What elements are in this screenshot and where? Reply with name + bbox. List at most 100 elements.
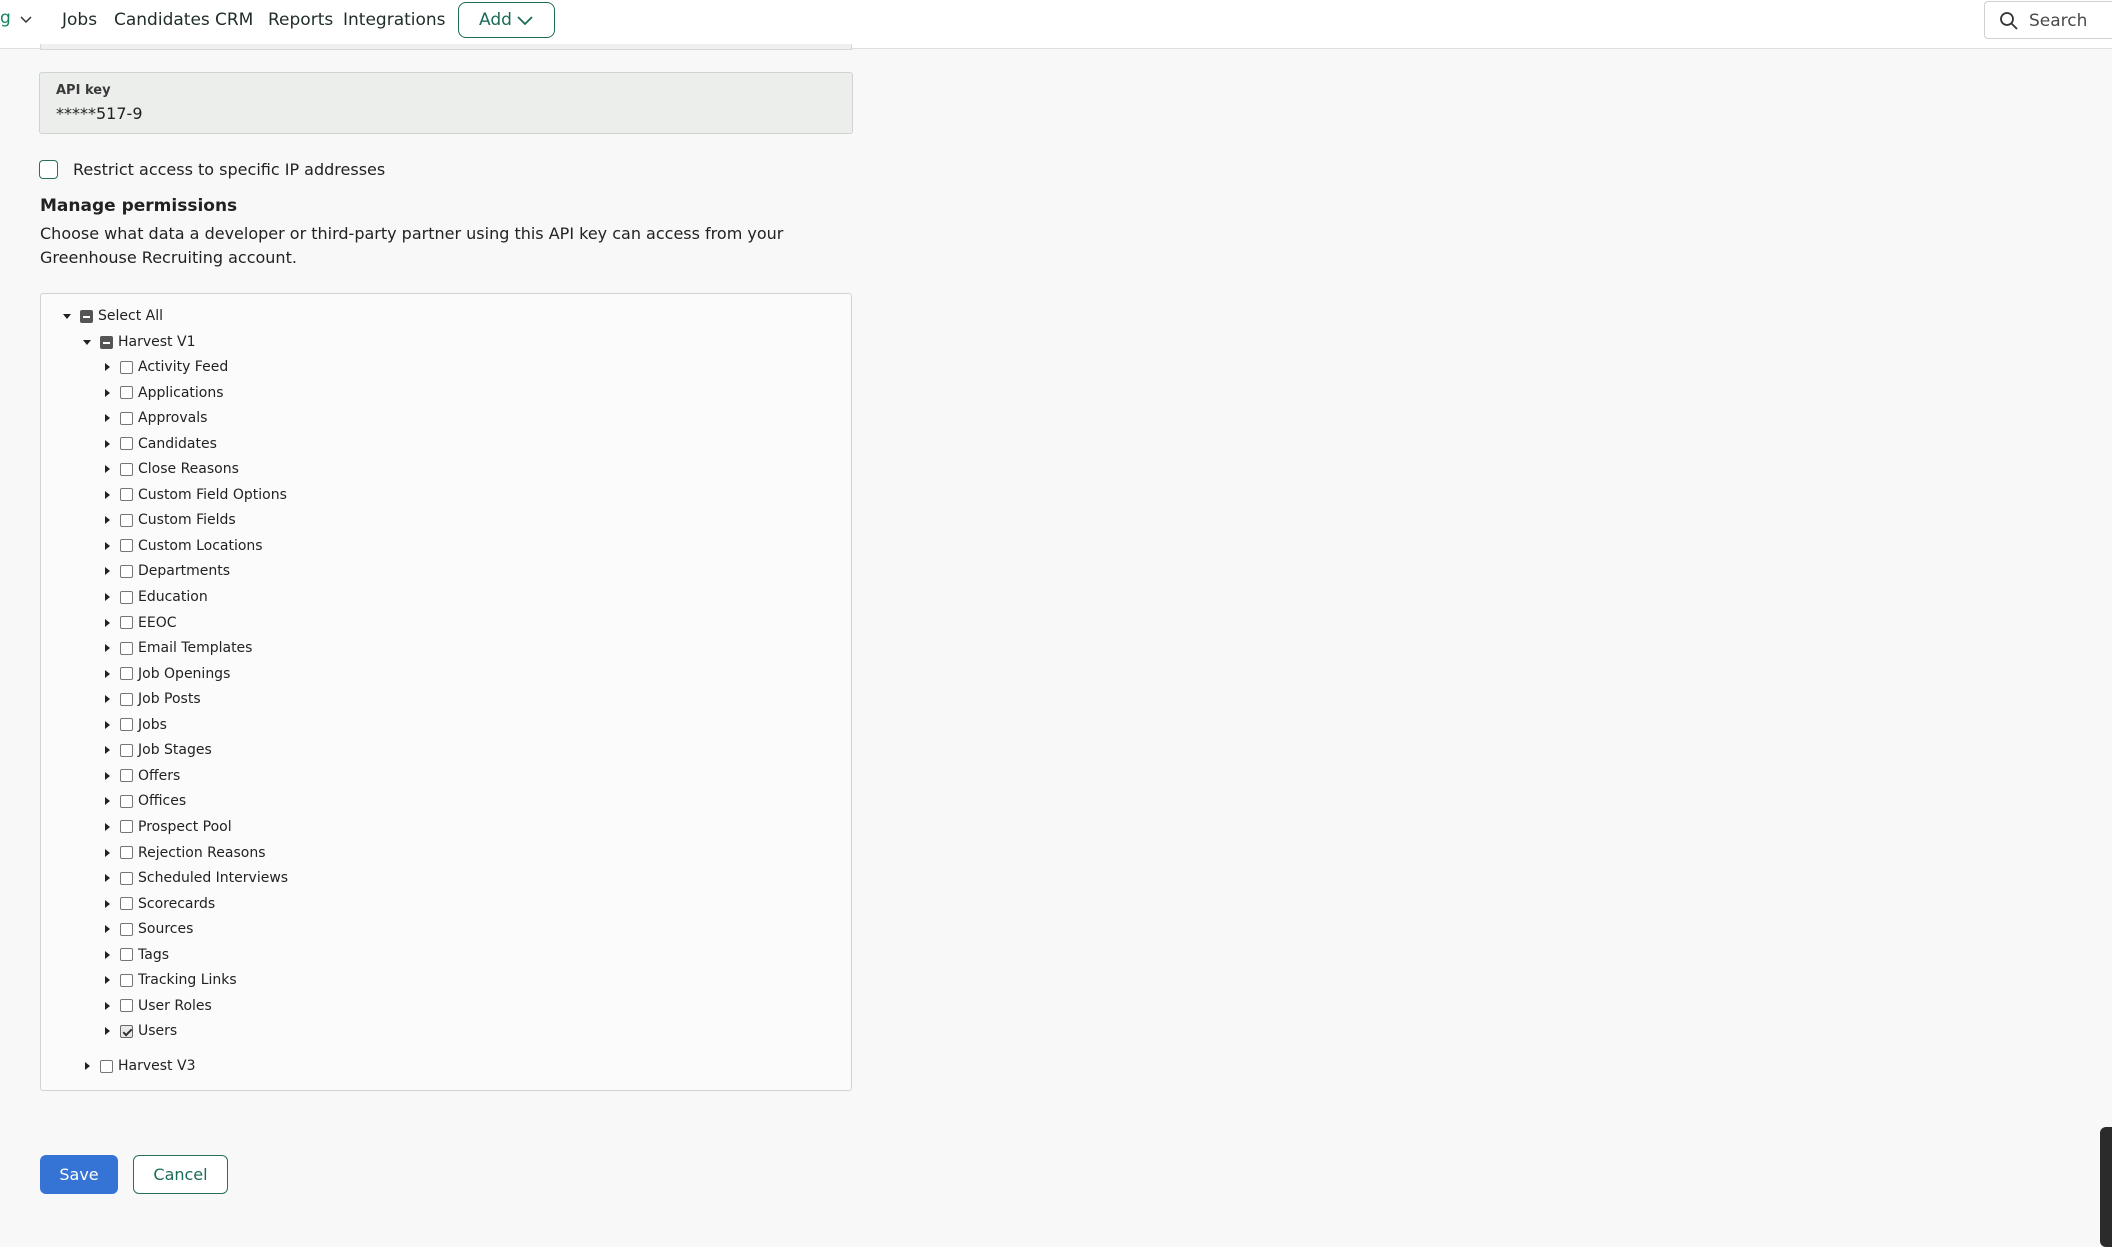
permission-checkbox[interactable] [120, 922, 133, 936]
permission-label: Custom Locations [138, 537, 263, 554]
permission-checkbox[interactable] [120, 871, 133, 885]
tree-node-permission: Offices [101, 791, 186, 811]
permission-checkbox[interactable] [120, 718, 133, 732]
triangle-right-icon[interactable] [101, 770, 113, 782]
search-input[interactable]: Search [1984, 1, 2112, 39]
permission-checkbox[interactable] [120, 641, 133, 655]
triangle-right-icon[interactable] [81, 1060, 93, 1072]
triangle-right-icon[interactable] [101, 821, 113, 833]
permission-label: EEOC [138, 614, 177, 631]
triangle-right-icon[interactable] [101, 949, 113, 961]
permission-label: Tags [138, 946, 169, 963]
permission-checkbox[interactable] [120, 948, 133, 962]
triangle-right-icon[interactable] [101, 744, 113, 756]
triangle-down-icon[interactable] [61, 310, 73, 322]
permission-checkbox[interactable] [120, 590, 133, 604]
permission-checkbox[interactable] [120, 846, 133, 859]
permission-label: Users [138, 1023, 178, 1040]
triangle-right-icon[interactable] [101, 463, 113, 475]
triangle-right-icon[interactable] [101, 872, 113, 884]
tree-node-permission: Prospect Pool [101, 817, 232, 837]
permission-checkbox[interactable] [120, 360, 133, 374]
permissions-description: Choose what data a developer or third-pa… [40, 224, 784, 267]
permission-checkbox[interactable] [120, 411, 133, 425]
permission-checkbox[interactable] [120, 1024, 133, 1038]
tree-node-permission: Tags [101, 945, 169, 965]
tree-node-permission: Custom Locations [101, 536, 263, 556]
nav-integrations[interactable]: Integrations [343, 10, 446, 30]
permission-checkbox[interactable] [120, 999, 133, 1013]
nav-crm[interactable]: CRM [215, 10, 253, 30]
harvest-v1-checkbox[interactable] [100, 335, 113, 349]
permission-checkbox[interactable] [120, 513, 133, 527]
permission-label: Applications [138, 384, 224, 401]
permission-checkbox[interactable] [120, 488, 133, 502]
triangle-right-icon[interactable] [101, 847, 113, 859]
permission-checkbox[interactable] [120, 692, 133, 706]
nav-jobs[interactable]: Jobs [62, 10, 97, 30]
permission-checkbox[interactable] [120, 973, 133, 987]
nav-reports[interactable]: Reports [268, 10, 333, 30]
add-button[interactable]: Add [458, 2, 555, 38]
permission-checkbox[interactable] [120, 564, 133, 578]
permission-checkbox[interactable] [120, 667, 133, 681]
triangle-right-icon[interactable] [101, 387, 113, 399]
tree-node-permission: Jobs [101, 715, 167, 735]
triangle-right-icon[interactable] [101, 642, 113, 654]
permission-checkbox[interactable] [120, 897, 133, 911]
permission-label: Offices [138, 793, 187, 810]
scrollbar-thumb[interactable] [2100, 1127, 2112, 1247]
triangle-right-icon[interactable] [101, 591, 113, 603]
triangle-right-icon[interactable] [101, 617, 113, 629]
permission-label: Candidates [138, 435, 217, 452]
permission-checkbox[interactable] [120, 820, 133, 834]
select-all-checkbox[interactable] [80, 309, 93, 323]
triangle-right-icon[interactable] [101, 565, 113, 577]
permission-checkbox[interactable] [120, 794, 133, 808]
restrict-ip-checkbox[interactable] [39, 159, 58, 179]
cancel-button[interactable]: Cancel [133, 1155, 228, 1194]
permission-label: Email Templates [138, 640, 253, 657]
permission-checkbox[interactable] [120, 539, 133, 553]
restrict-ip-option[interactable]: Restrict access to specific IP addresses [39, 158, 385, 180]
tree-node-permission: Job Posts [101, 689, 201, 709]
save-button[interactable]: Save [40, 1155, 118, 1194]
tree-node-permission: Tracking Links [101, 970, 237, 990]
tree-node-permission: Scorecards [101, 894, 215, 914]
chevron-down-icon[interactable] [18, 12, 34, 28]
triangle-right-icon[interactable] [101, 540, 113, 552]
previous-field-edge [40, 44, 852, 50]
tree-node-permission: Rejection Reasons [101, 843, 266, 863]
permission-checkbox[interactable] [120, 386, 133, 399]
permission-label: Sources [138, 921, 194, 938]
permission-checkbox[interactable] [120, 769, 133, 783]
permission-checkbox[interactable] [120, 743, 133, 757]
triangle-right-icon[interactable] [101, 795, 113, 807]
triangle-right-icon[interactable] [101, 668, 113, 680]
triangle-right-icon[interactable] [101, 438, 113, 450]
brand-logo-fragment[interactable]: g [0, 8, 11, 28]
triangle-right-icon[interactable] [101, 693, 113, 705]
permission-checkbox[interactable] [120, 462, 133, 476]
tree-node-permission: Education [101, 587, 208, 607]
triangle-right-icon[interactable] [101, 898, 113, 910]
triangle-right-icon[interactable] [101, 1000, 113, 1012]
harvest-v3-checkbox[interactable] [100, 1059, 113, 1073]
triangle-right-icon[interactable] [101, 489, 113, 501]
triangle-right-icon[interactable] [101, 974, 113, 986]
permission-checkbox[interactable] [120, 437, 133, 451]
triangle-down-icon[interactable] [81, 336, 93, 348]
triangle-right-icon[interactable] [101, 1025, 113, 1037]
triangle-right-icon[interactable] [101, 514, 113, 526]
select-all-label: Select All [98, 308, 163, 324]
permission-label: Tracking Links [138, 972, 237, 989]
nav-candidates[interactable]: Candidates [114, 10, 210, 30]
triangle-right-icon[interactable] [101, 412, 113, 424]
triangle-right-icon[interactable] [101, 361, 113, 373]
api-key-field: API key *****517-9 [39, 72, 853, 134]
tree-node-select-all: Select All [61, 306, 163, 326]
permission-checkbox[interactable] [120, 616, 133, 629]
triangle-right-icon[interactable] [101, 923, 113, 935]
triangle-right-icon[interactable] [101, 719, 113, 731]
permission-label: Job Posts [138, 691, 201, 708]
